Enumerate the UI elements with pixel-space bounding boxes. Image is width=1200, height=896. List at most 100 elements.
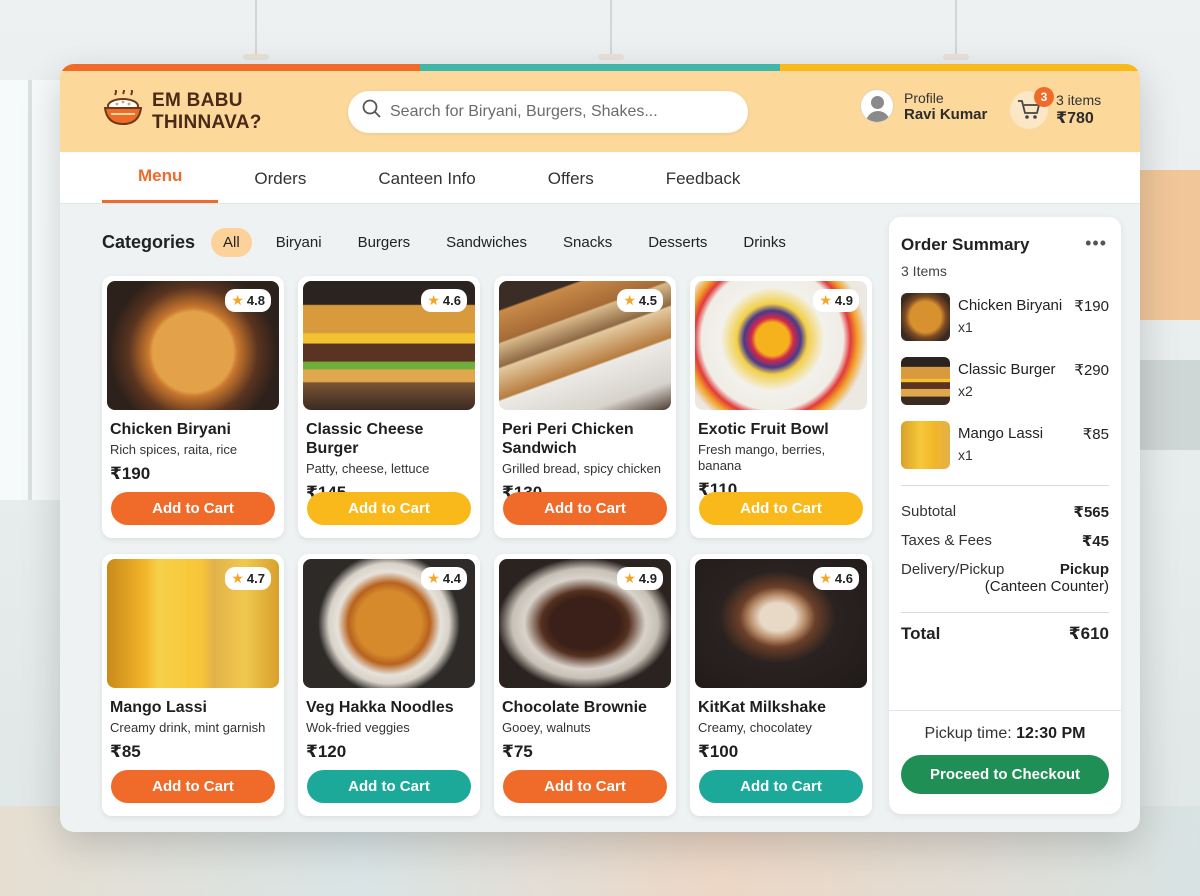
noodles-image: ★ 4.4 xyxy=(303,559,475,688)
rating-badge: ★ 4.4 xyxy=(421,567,467,590)
star-icon: ★ xyxy=(231,292,244,308)
product-card[interactable]: ★ 4.6 Classic Cheese Burger Patty, cheese… xyxy=(298,276,480,538)
product-card[interactable]: ★ 4.7 Mango Lassi Creamy drink, mint garn… xyxy=(102,554,284,816)
background-lamp xyxy=(598,0,624,60)
add-to-cart-button[interactable]: Add to Cart xyxy=(503,492,667,525)
product-name: Classic Cheese Burger xyxy=(306,421,424,457)
rating-badge: ★ 4.5 xyxy=(617,289,663,312)
subtotal-row: Subtotal ₹565 xyxy=(901,503,1109,521)
star-icon: ★ xyxy=(231,570,244,586)
proceed-to-checkout-button[interactable]: Proceed to Checkout xyxy=(901,755,1109,794)
product-card[interactable]: ★ 4.8 Chicken Biryani Rich spices, raita,… xyxy=(102,276,284,538)
star-icon: ★ xyxy=(427,570,440,586)
order-item[interactable]: Chicken Biryani x1 ₹190 xyxy=(901,293,1109,343)
order-item[interactable]: Classic Burger x2 ₹290 xyxy=(901,357,1109,407)
rating-badge: ★ 4.8 xyxy=(225,289,271,312)
product-card[interactable]: ★ 4.6 KitKat Milkshake Creamy, chocolatey… xyxy=(690,554,872,816)
tab-menu[interactable]: Menu xyxy=(102,151,219,203)
profile-name: Ravi Kumar xyxy=(904,105,988,123)
milkshake-image: ★ 4.6 xyxy=(695,559,867,688)
rating-badge: ★ 4.9 xyxy=(617,567,663,590)
category-chip-desserts[interactable]: Desserts xyxy=(636,228,719,257)
product-name: Mango Lassi xyxy=(110,699,207,716)
order-item-qty: x1 xyxy=(958,319,973,335)
total-label: Total xyxy=(901,624,941,643)
burger-image: ★ 4.6 xyxy=(303,281,475,410)
tab-feedback[interactable]: Feedback xyxy=(630,151,777,203)
app-window: EM BABU THINNAVA? Profile Ravi Kumar 3 xyxy=(60,64,1140,832)
search-bar[interactable] xyxy=(348,90,748,133)
add-to-cart-button[interactable]: Add to Cart xyxy=(699,492,863,525)
brownie-image: ★ 4.9 xyxy=(499,559,671,688)
category-chip-snacks[interactable]: Snacks xyxy=(551,228,624,257)
cart-total: ₹780 xyxy=(1056,110,1094,127)
subtotal-value: ₹565 xyxy=(1073,504,1109,521)
background-shelf xyxy=(1140,170,1200,320)
star-icon: ★ xyxy=(819,292,832,308)
product-name: Veg Hakka Noodles xyxy=(306,699,454,716)
category-chip-biryani[interactable]: Biryani xyxy=(264,228,334,257)
rating-badge: ★ 4.9 xyxy=(813,289,859,312)
order-item-count: 3 Items xyxy=(901,263,947,279)
product-name: Chicken Biryani xyxy=(110,421,231,438)
logo[interactable]: EM BABU THINNAVA? xyxy=(102,87,348,134)
tab-canteen-info[interactable]: Canteen Info xyxy=(342,151,511,203)
product-price: ₹190 xyxy=(110,464,151,483)
app-name-line2: THINNAVA? xyxy=(152,111,262,133)
categories-title: Categories xyxy=(102,232,196,252)
product-card[interactable]: ★ 4.9 Exotic Fruit Bowl Fresh mango, berr… xyxy=(690,276,872,538)
rating-value: 4.4 xyxy=(442,571,461,586)
cart-count-badge: 3 xyxy=(1034,87,1054,107)
product-card[interactable]: ★ 4.4 Veg Hakka Noodles Wok-fried veggies… xyxy=(298,554,480,816)
product-name: Exotic Fruit Bowl xyxy=(698,421,829,438)
order-item-name: Classic Burger xyxy=(958,361,1056,378)
product-description: Fresh mango, berries, banana xyxy=(698,442,826,473)
product-price: ₹100 xyxy=(698,742,739,761)
star-icon: ★ xyxy=(819,570,832,586)
add-to-cart-button[interactable]: Add to Cart xyxy=(307,492,471,525)
tab-offers[interactable]: Offers xyxy=(512,151,630,203)
background-counter xyxy=(1140,360,1200,450)
delivery-value-line2: (Canteen Counter) xyxy=(984,578,1109,595)
rice-bowl-icon xyxy=(102,87,144,133)
order-summary: Order Summary ••• 3 Items Chicken Biryan… xyxy=(889,217,1121,814)
add-to-cart-button[interactable]: Add to Cart xyxy=(699,770,863,803)
order-item-price: ₹290 xyxy=(1074,362,1109,379)
order-item[interactable]: Mango Lassi x1 ₹85 xyxy=(901,421,1109,471)
add-to-cart-button[interactable]: Add to Cart xyxy=(111,770,275,803)
profile[interactable]: Profile Ravi Kumar xyxy=(860,89,987,123)
rating-badge: ★ 4.6 xyxy=(421,289,467,312)
cart-button[interactable]: 3 3 items ₹780 xyxy=(1010,87,1101,129)
add-to-cart-button[interactable]: Add to Cart xyxy=(307,770,471,803)
subtotal-label: Subtotal xyxy=(901,503,957,520)
biryani-thumbnail xyxy=(901,293,950,341)
search-input[interactable] xyxy=(390,102,720,121)
main-nav: Menu Orders Canteen Info Offers Feedback xyxy=(60,152,1140,204)
star-icon: ★ xyxy=(427,292,440,308)
tab-orders[interactable]: Orders xyxy=(218,151,342,203)
product-name: Peri Peri Chicken Sandwich xyxy=(502,421,634,457)
more-options-icon[interactable]: ••• xyxy=(1085,233,1107,254)
category-chip-all[interactable]: All xyxy=(211,228,252,257)
header: EM BABU THINNAVA? Profile Ravi Kumar 3 xyxy=(60,71,1140,152)
background-lamp xyxy=(243,0,269,60)
product-card[interactable]: ★ 4.9 Chocolate Brownie Gooey, walnuts ₹7… xyxy=(494,554,676,816)
add-to-cart-button[interactable]: Add to Cart xyxy=(503,770,667,803)
category-chip-burgers[interactable]: Burgers xyxy=(346,228,423,257)
category-chip-drinks[interactable]: Drinks xyxy=(731,228,798,257)
star-icon: ★ xyxy=(623,292,636,308)
rating-value: 4.8 xyxy=(246,293,265,308)
app-name-line1: EM BABU xyxy=(152,89,243,111)
profile-label: Profile xyxy=(904,89,944,106)
product-card[interactable]: ★ 4.5 Peri Peri Chicken Sandwich Grilled … xyxy=(494,276,676,538)
cart-icon: 3 xyxy=(1010,87,1054,129)
product-grid: ★ 4.8 Chicken Biryani Rich spices, raita,… xyxy=(102,276,872,816)
rating-value: 4.6 xyxy=(442,293,461,308)
product-description: Grilled bread, spicy chicken xyxy=(502,461,661,476)
delivery-value-line1: Pickup xyxy=(1059,561,1109,578)
category-bar: Categories All Biryani Burgers Sandwiche… xyxy=(102,228,810,257)
category-chip-sandwiches[interactable]: Sandwiches xyxy=(434,228,539,257)
taxes-label: Taxes & Fees xyxy=(901,532,992,549)
mango-lassi-thumbnail xyxy=(901,421,950,469)
add-to-cart-button[interactable]: Add to Cart xyxy=(111,492,275,525)
